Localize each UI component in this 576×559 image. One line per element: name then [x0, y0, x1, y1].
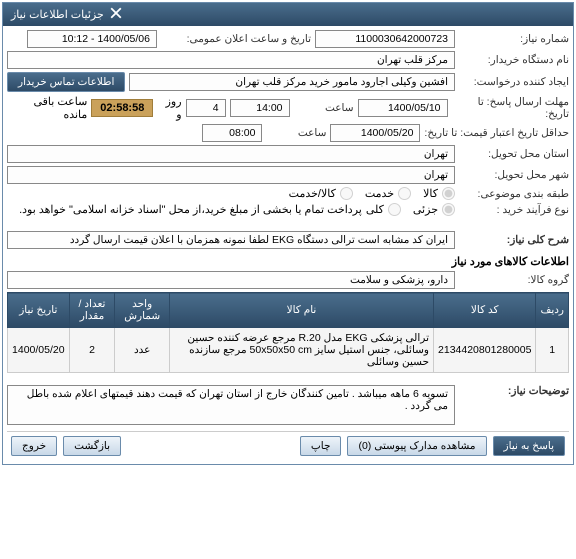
- countdown-timer: 02:58:58: [91, 99, 153, 117]
- announce-dt-value: 1400/05/06 - 10:12: [27, 30, 157, 48]
- need-title-value: ایران کد مشابه است ترالی دستگاه EKG لطفا…: [7, 231, 455, 249]
- deadline-time: 14:00: [230, 99, 290, 117]
- items-table: ردیف کد کالا نام کالا واحد شمارش تعداد /…: [7, 292, 569, 373]
- announce-dt-label: تاریخ و ساعت اعلان عمومی:: [161, 33, 311, 45]
- th-code: کد کالا: [434, 293, 536, 328]
- group-value: دارو، پزشکی و سلامت: [7, 271, 455, 289]
- th-idx: ردیف: [536, 293, 569, 328]
- notes-value: [7, 385, 455, 425]
- th-name: نام کالا: [169, 293, 433, 328]
- deadline-label: مهلت ارسال پاسخ: تا تاریخ:: [452, 96, 569, 120]
- deadline-date: 1400/05/10: [358, 99, 448, 117]
- th-unit: واحد شمارش: [115, 293, 169, 328]
- group-label: گروه کالا:: [459, 274, 569, 286]
- price-valid-time: 08:00: [202, 124, 262, 142]
- attachments-button[interactable]: مشاهده مدارک پیوستی (0): [347, 436, 486, 456]
- main-panel: جزئیات اطلاعات نیاز شماره نیاز: 11000306…: [2, 2, 574, 465]
- city-value: تهران: [7, 166, 455, 184]
- radio-both[interactable]: کالا/خدمت: [289, 187, 353, 200]
- requester-label: ایجاد کننده درخواست:: [459, 76, 569, 88]
- purchase-type-label: نوع فرآیند خرید :: [459, 204, 569, 216]
- payment-note: پرداخت تمام یا بخشی از مبلغ خرید،از محل …: [7, 203, 362, 216]
- subject-radio-group: کالا خدمت کالا/خدمت: [289, 187, 455, 200]
- reply-button[interactable]: پاسخ به نیاز: [493, 436, 565, 456]
- subject-cat-label: طبقه بندی موضوعی:: [459, 188, 569, 200]
- buyer-value: مرکز قلب تهران: [7, 51, 455, 69]
- print-button[interactable]: چاپ: [300, 436, 342, 456]
- day-hour-label: روز و: [157, 95, 181, 121]
- cell-name: ترالی پزشکی EKG مدل R.20 مرجع عرضه کننده…: [169, 328, 433, 373]
- remaining-label: ساعت باقی مانده: [7, 95, 87, 121]
- cell-unit: عدد: [115, 328, 169, 373]
- footer-bar: پاسخ به نیاز مشاهده مدارک پیوستی (0) چاپ…: [7, 431, 569, 460]
- th-qty: تعداد / مقدار: [69, 293, 115, 328]
- requester-value: افشین وکیلی اجارود مامور خرید مرکز قلب ت…: [129, 73, 455, 91]
- cell-qty: 2: [69, 328, 115, 373]
- purchase-radio-group: جزئی کلی: [366, 203, 455, 216]
- cell-code: 2134420801280005: [434, 328, 536, 373]
- need-no-label: شماره نیاز:: [459, 33, 569, 45]
- days-value: 4: [186, 99, 226, 117]
- buyer-label: نام دستگاه خریدار:: [459, 54, 569, 66]
- price-valid-date: 1400/05/20: [330, 124, 420, 142]
- panel-title: جزئیات اطلاعات نیاز: [11, 8, 104, 21]
- radio-full[interactable]: کلی: [366, 203, 401, 216]
- exit-button[interactable]: خروج: [11, 436, 57, 456]
- province-value: تهران: [7, 145, 455, 163]
- radio-partial[interactable]: جزئی: [413, 203, 455, 216]
- hour-label-2: ساعت: [266, 127, 326, 139]
- radio-service[interactable]: خدمت: [365, 187, 411, 200]
- province-label: استان محل تحویل:: [459, 148, 569, 160]
- cell-date: 1400/05/20: [8, 328, 70, 373]
- close-icon[interactable]: [110, 7, 122, 22]
- table-row[interactable]: 1 2134420801280005 ترالی پزشکی EKG مدل R…: [8, 328, 569, 373]
- panel-body: شماره نیاز: 1100030642000723 تاریخ و ساع…: [3, 26, 573, 464]
- panel-header: جزئیات اطلاعات نیاز: [3, 3, 573, 26]
- th-date: تاریخ نیاز: [8, 293, 70, 328]
- need-no-value: 1100030642000723: [315, 30, 455, 48]
- city-label: شهر محل تحویل:: [459, 169, 569, 181]
- table-header-row: ردیف کد کالا نام کالا واحد شمارش تعداد /…: [8, 293, 569, 328]
- supplier-contact-button[interactable]: اطلاعات تماس خریدار: [7, 72, 125, 92]
- need-title-label: شرح کلی نیاز:: [459, 234, 569, 246]
- hour-label-1: ساعت: [294, 102, 354, 114]
- price-valid-label: حداقل تاریخ اعتبار قیمت: تا تاریخ:: [424, 127, 569, 139]
- radio-goods[interactable]: کالا: [423, 187, 455, 200]
- cell-idx: 1: [536, 328, 569, 373]
- items-info-title: اطلاعات کالاهای مورد نیاز: [7, 255, 569, 268]
- back-button[interactable]: بازگشت: [63, 436, 121, 456]
- notes-label: توضیحات نیاز:: [459, 385, 569, 397]
